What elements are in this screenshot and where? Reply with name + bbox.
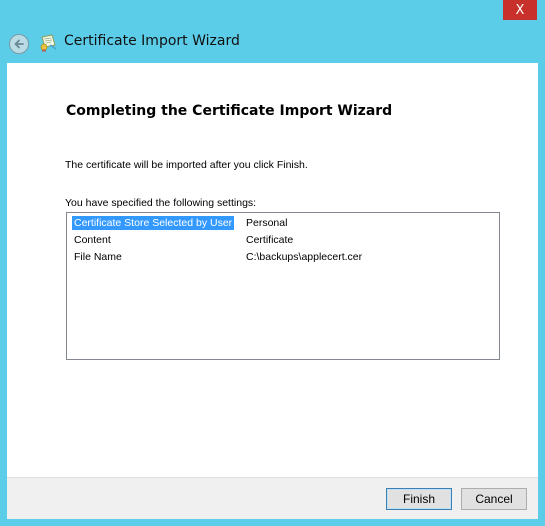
window-title: Certificate Import Wizard (64, 33, 240, 49)
wizard-content: Completing the Certificate Import Wizard… (7, 63, 538, 477)
info-text: The certificate will be imported after y… (65, 159, 308, 171)
cancel-button[interactable]: Cancel (461, 488, 527, 510)
wizard-window: X Certificate Import Wizard Completing t… (0, 0, 545, 526)
setting-name: Content (74, 234, 111, 246)
button-bar: Finish Cancel (7, 477, 538, 519)
setting-value: C:\backups\applecert.cer (246, 251, 363, 263)
back-button[interactable] (9, 34, 29, 54)
back-arrow-icon (14, 39, 24, 49)
settings-list[interactable]: Certificate Store Selected by User Perso… (66, 212, 500, 360)
setting-name: Certificate Store Selected by User (72, 216, 235, 230)
page-heading: Completing the Certificate Import Wizard (66, 103, 393, 119)
setting-value: Personal (246, 217, 288, 229)
setting-name: File Name (74, 251, 122, 263)
close-button[interactable]: X (503, 0, 537, 20)
finish-button[interactable]: Finish (386, 488, 452, 510)
close-icon: X (515, 2, 525, 18)
certificate-icon (40, 34, 57, 52)
setting-value: Certificate (246, 234, 294, 246)
settings-label: You have specified the following setting… (65, 197, 257, 209)
